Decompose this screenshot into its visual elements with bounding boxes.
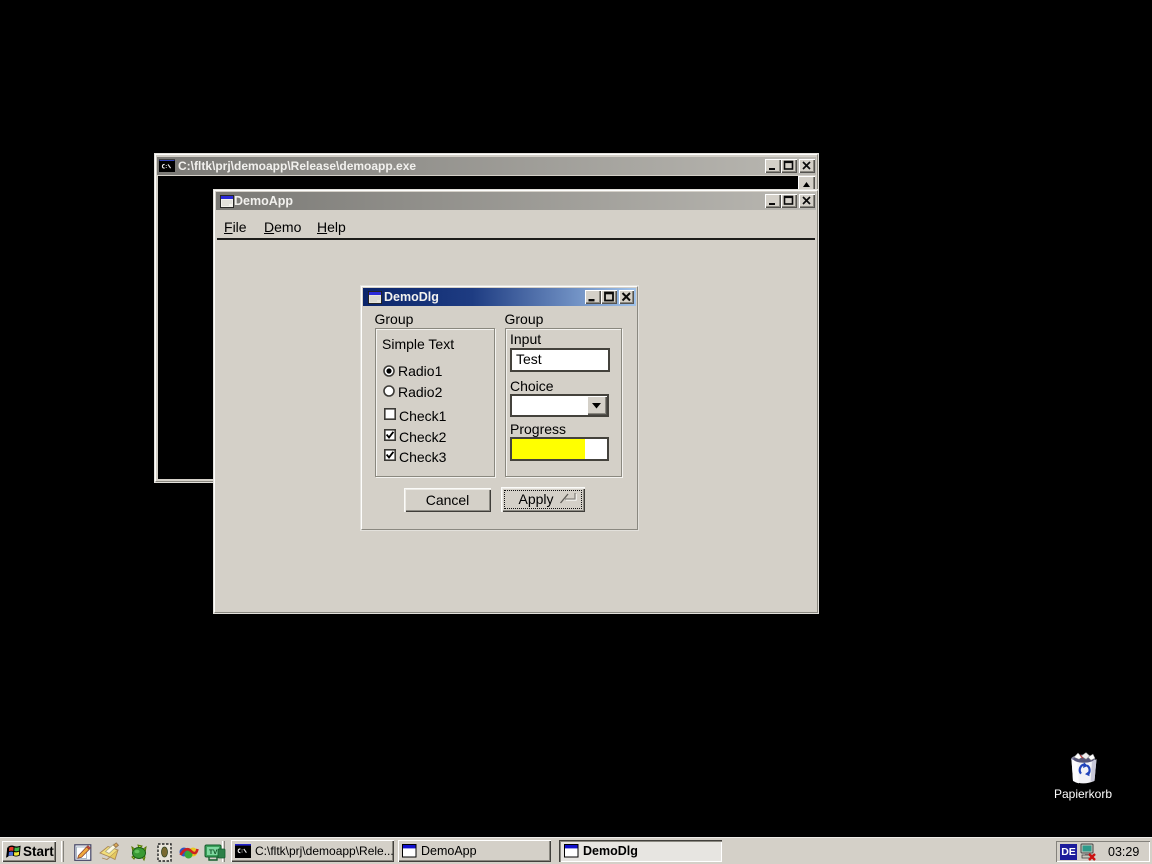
- svg-text:TV: TV: [209, 849, 218, 856]
